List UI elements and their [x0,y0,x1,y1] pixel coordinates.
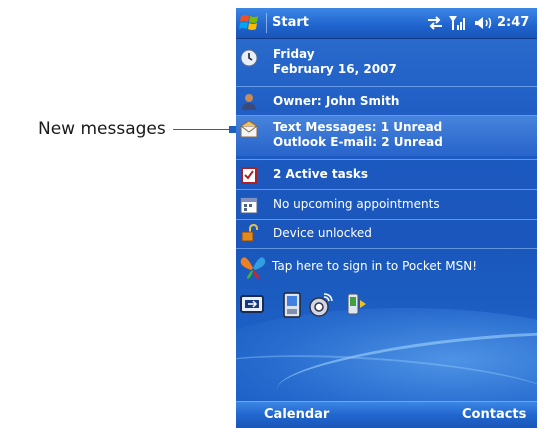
date-day: Friday [273,47,315,61]
title-bar: Start 2:47 [236,8,537,39]
owner-name: Owner: John Smith [273,94,400,108]
device-screen: Start 2:47 Friday February 16, 2007 Owne… [236,8,537,428]
volume-icon[interactable] [474,15,494,31]
lock-icon [240,223,258,242]
appointments-row[interactable]: No upcoming appointments [236,194,537,216]
comm-manager-icon[interactable] [240,292,264,316]
sync-icon[interactable] [346,292,368,316]
page-title[interactable]: Start [272,15,309,30]
callout-leader-dot [229,126,236,133]
soft-key-bar: Calendar Contacts [236,401,537,428]
msn-sign-in-link: Tap here to sign in to Pocket MSN! [272,259,478,273]
text-messages-status: Text Messages: 1 Unread [273,120,443,134]
active-tasks: 2 Active tasks [273,167,369,181]
divider [236,159,537,160]
phone-icon[interactable] [281,292,303,318]
msn-row[interactable]: Tap here to sign in to Pocket MSN! [236,252,537,282]
calendar-icon [240,196,258,214]
clock-icon [240,49,258,67]
date-full: February 16, 2007 [273,62,397,76]
outlook-email-status: Outlook E-mail: 2 Unread [273,135,443,149]
divider [236,86,537,87]
device-lock-status: Device unlocked [273,226,372,240]
messages-row[interactable]: Text Messages: 1 Unread Outlook E-mail: … [236,118,537,154]
calendar-softkey[interactable]: Calendar [264,407,329,422]
contacts-softkey[interactable]: Contacts [462,407,526,422]
messaging-icon [240,120,258,138]
divider [236,219,537,220]
title-separator [266,13,267,33]
clock-time[interactable]: 2:47 [497,15,529,30]
connectivity-icon[interactable] [426,15,444,31]
signal-icon[interactable] [449,15,467,31]
tasks-icon [240,166,258,184]
date-row[interactable]: Friday February 16, 2007 [236,46,537,82]
device-lock-row[interactable]: Device unlocked [236,223,537,245]
windows-start-flag-icon[interactable] [239,12,263,34]
new-messages-callout-label: New messages [38,119,166,139]
msn-butterfly-icon [239,254,267,280]
wireless-icon[interactable] [307,292,333,317]
appointments-status: No upcoming appointments [273,197,440,211]
owner-icon [240,93,258,111]
divider [236,248,537,249]
owner-row[interactable]: Owner: John Smith [236,91,537,113]
tasks-row[interactable]: 2 Active tasks [236,164,537,186]
divider [236,189,537,190]
callout-leader-line [173,129,231,130]
